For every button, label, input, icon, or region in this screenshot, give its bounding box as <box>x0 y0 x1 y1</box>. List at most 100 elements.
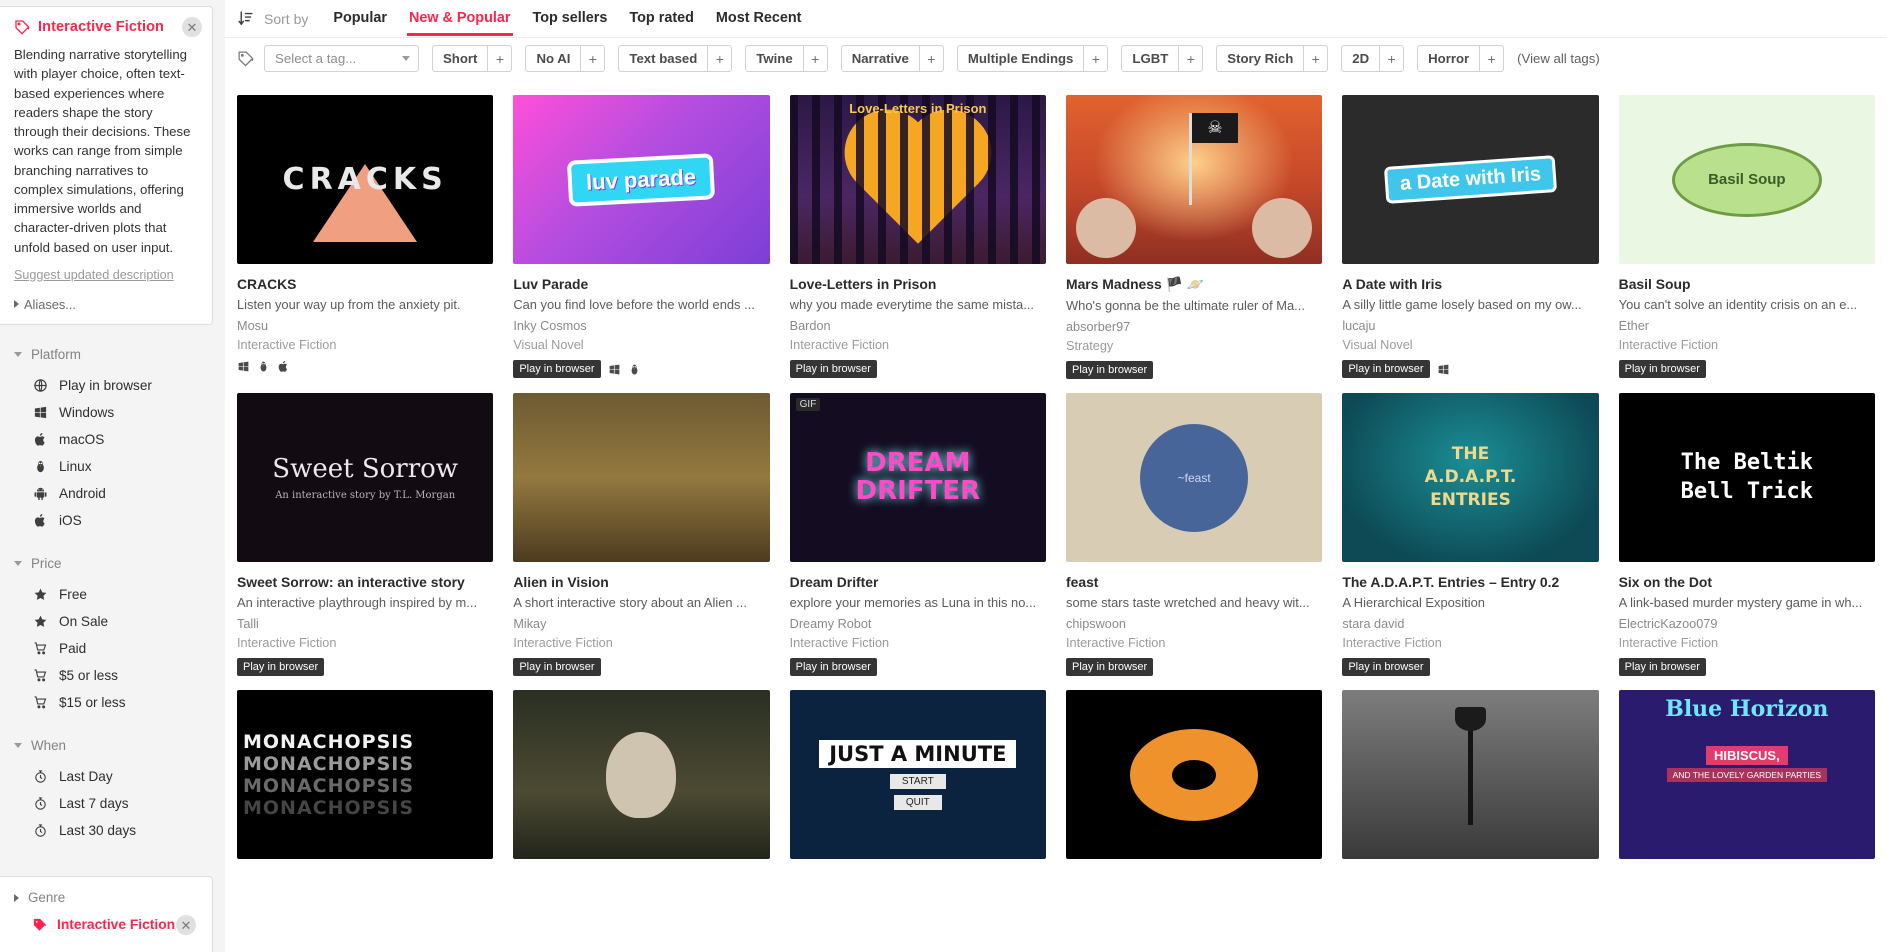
game-thumbnail[interactable]: Blue Horizon HIBISCUS, AND THE LOVELY GARD… <box>1618 690 1875 860</box>
filter-heading-price[interactable]: Price <box>14 556 225 571</box>
game-thumbnail[interactable] <box>1066 95 1323 264</box>
play-in-browser-badge[interactable]: Play in browser <box>789 658 877 677</box>
game-thumbnail[interactable] <box>1342 690 1599 860</box>
game-author[interactable]: Mosu <box>237 319 493 333</box>
tag-chip-label[interactable]: Twine <box>746 46 802 71</box>
sidebar-item-macos[interactable]: macOS <box>14 426 225 453</box>
close-genre-card-button[interactable]: ✕ <box>182 17 202 37</box>
play-in-browser-badge[interactable]: Play in browser <box>789 360 877 379</box>
sort-option-popular[interactable]: Popular <box>322 2 398 35</box>
game-author[interactable]: Talli <box>237 617 493 631</box>
view-all-tags-link[interactable]: (View all tags) <box>1517 51 1600 66</box>
tag-chip-add-button[interactable]: + <box>487 46 511 71</box>
game-thumbnail[interactable]: JUST A MINUTE START QUIT <box>789 690 1046 860</box>
tag-chip-label[interactable]: 2D <box>1342 46 1379 71</box>
game-thumbnail[interactable]: ~feast <box>1066 393 1323 563</box>
tag-chip-label[interactable]: Short <box>433 46 487 71</box>
game-thumbnail[interactable]: The Beltik Bell Trick <box>1618 393 1875 563</box>
sidebar-item-last-30-days[interactable]: Last 30 days <box>14 817 225 844</box>
selected-genre-item[interactable]: Interactive Fiction ✕ <box>14 915 198 935</box>
game-author[interactable]: Inky Cosmos <box>513 319 769 333</box>
sidebar-item-last-7-days[interactable]: Last 7 days <box>14 790 225 817</box>
game-author[interactable]: Bardon <box>790 319 1046 333</box>
play-in-browser-badge[interactable]: Play in browser <box>513 658 601 677</box>
play-in-browser-badge[interactable]: Play in browser <box>1618 658 1706 677</box>
tag-chip-label[interactable]: Horror <box>1418 46 1479 71</box>
tag-chip-label[interactable]: No AI <box>526 46 580 71</box>
play-in-browser-badge[interactable]: Play in browser <box>1066 658 1154 677</box>
sort-option-new-popular[interactable]: New & Popular <box>398 2 522 36</box>
game-author[interactable]: Ether <box>1619 319 1875 333</box>
tag-chip-add-button[interactable]: + <box>1178 46 1202 71</box>
game-thumbnail[interactable]: luv parade <box>513 95 770 264</box>
game-title[interactable]: Love-Letters in Prison <box>790 276 1046 292</box>
game-thumbnail[interactable]: THE A.D.A.P.T. ENTRIES <box>1342 393 1599 563</box>
tag-chip-add-button[interactable]: + <box>802 46 827 71</box>
game-author[interactable]: Mikay <box>513 617 769 631</box>
sidebar-item-5-or-less[interactable]: $5 or less <box>14 662 225 689</box>
sidebar-item-linux[interactable]: Linux <box>14 453 225 480</box>
game-author[interactable]: Dreamy Robot <box>790 617 1046 631</box>
sidebar-item-15-or-less[interactable]: $15 or less <box>14 689 225 716</box>
tag-select-dropdown[interactable]: Select a tag... <box>264 45 419 72</box>
sidebar-item-last-day[interactable]: Last Day <box>14 763 225 790</box>
sort-option-top-sellers[interactable]: Top sellers <box>522 2 619 35</box>
game-title[interactable]: feast <box>1066 574 1322 590</box>
sidebar-item-windows[interactable]: Windows <box>14 399 225 426</box>
tag-chip-add-button[interactable]: + <box>918 46 943 71</box>
game-thumbnail[interactable] <box>1066 690 1323 860</box>
game-author[interactable]: absorber97 <box>1066 320 1322 334</box>
aliases-toggle[interactable]: Aliases... <box>14 297 198 312</box>
game-author[interactable]: stara david <box>1342 617 1598 631</box>
filter-heading-when[interactable]: When <box>14 738 225 753</box>
tag-chip-add-button[interactable]: + <box>707 46 731 71</box>
sidebar-item-on-sale[interactable]: On Sale <box>14 608 225 635</box>
filter-heading-platform[interactable]: Platform <box>14 347 225 362</box>
game-author[interactable]: lucaju <box>1342 319 1598 333</box>
tag-chip-add-button[interactable]: + <box>1479 46 1503 71</box>
game-thumbnail[interactable]: Basil Soup <box>1618 95 1875 264</box>
sidebar-item-android[interactable]: Android <box>14 480 225 507</box>
play-in-browser-badge[interactable]: Play in browser <box>237 658 325 677</box>
genre-filter-heading[interactable]: Genre <box>14 890 198 905</box>
play-in-browser-badge[interactable]: Play in browser <box>513 360 601 379</box>
tag-chip-add-button[interactable]: + <box>1083 46 1107 71</box>
game-title[interactable]: Luv Parade <box>513 276 769 292</box>
tag-chip-add-button[interactable]: + <box>580 46 604 71</box>
play-in-browser-badge[interactable]: Play in browser <box>1342 360 1430 379</box>
game-thumbnail[interactable]: Sweet Sorrow An interactive story by T.L.… <box>237 393 494 563</box>
game-thumbnail[interactable]: Love-Letters in Prison <box>789 95 1046 264</box>
game-thumbnail[interactable]: MONACHOPSIS MONACHOPSIS MONACHOPSIS MONACH… <box>237 690 494 860</box>
play-in-browser-badge[interactable]: Play in browser <box>1342 658 1430 677</box>
tag-chip-label[interactable]: LGBT <box>1122 46 1178 71</box>
game-thumbnail[interactable]: a Date with Iris <box>1342 95 1599 264</box>
tag-chip-add-button[interactable]: + <box>1379 46 1403 71</box>
game-thumbnail[interactable]: CRACKS <box>237 95 494 264</box>
game-title[interactable]: Mars Madness 🏴 🪐 <box>1066 276 1322 293</box>
play-in-browser-badge[interactable]: Play in browser <box>1066 361 1154 380</box>
remove-genre-filter-button[interactable]: ✕ <box>176 915 196 935</box>
tag-chip-label[interactable]: Multiple Endings <box>958 46 1084 71</box>
play-in-browser-badge[interactable]: Play in browser <box>1618 360 1706 379</box>
game-thumbnail[interactable] <box>513 690 770 860</box>
game-title[interactable]: Basil Soup <box>1619 276 1875 292</box>
sidebar-item-paid[interactable]: Paid <box>14 635 225 662</box>
game-author[interactable]: ElectricKazoo079 <box>1619 617 1875 631</box>
game-title[interactable]: CRACKS <box>237 276 493 292</box>
game-title[interactable]: Dream Drifter <box>790 574 1046 590</box>
sidebar-item-free[interactable]: Free <box>14 581 225 608</box>
suggest-updated-description-link[interactable]: Suggest updated description <box>14 268 174 282</box>
tag-chip-label[interactable]: Narrative <box>842 46 919 71</box>
sidebar-item-ios[interactable]: iOS <box>14 507 225 534</box>
sort-option-top-rated[interactable]: Top rated <box>618 2 705 35</box>
game-title[interactable]: Alien in Vision <box>513 574 769 590</box>
sort-option-most-recent[interactable]: Most Recent <box>705 2 813 35</box>
game-title[interactable]: The A.D.A.P.T. Entries – Entry 0.2 <box>1342 574 1598 590</box>
game-title[interactable]: Six on the Dot <box>1619 574 1875 590</box>
tag-chip-label[interactable]: Story Rich <box>1217 46 1303 71</box>
tag-chip-label[interactable]: Text based <box>619 46 707 71</box>
tag-chip-add-button[interactable]: + <box>1303 46 1327 71</box>
game-title[interactable]: A Date with Iris <box>1342 276 1598 292</box>
sidebar-item-play-in-browser[interactable]: Play in browser <box>14 372 225 399</box>
game-thumbnail[interactable] <box>513 393 770 563</box>
